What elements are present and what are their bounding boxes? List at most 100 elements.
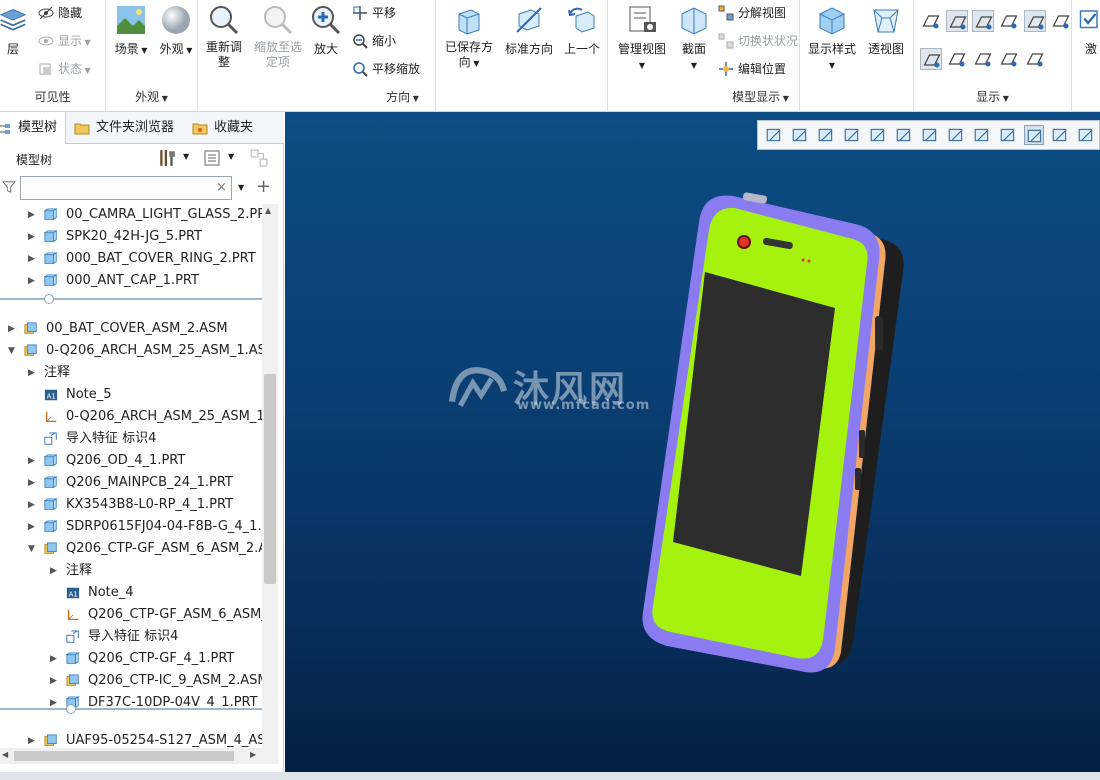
appearance-button[interactable]: 外观 ▼ (156, 4, 196, 57)
zoom-in-button[interactable]: 放大 (308, 4, 344, 57)
pan-zoom-button[interactable]: 平移缩放 (352, 58, 420, 80)
tree-horizontal-scrollbar[interactable]: ◀ ▶ (0, 748, 262, 764)
zoom-out-icon (353, 34, 368, 49)
refit-button[interactable]: 重新调整 (202, 4, 246, 70)
axis-tag-icon[interactable] (946, 48, 968, 70)
point-display-icon[interactable] (972, 10, 994, 32)
spin-center-icon[interactable] (1024, 48, 1046, 70)
tree-vertical-scrollbar[interactable]: ▲ (262, 204, 278, 764)
notetag-icon: A1 (66, 587, 80, 599)
settings-tools-icon[interactable] (158, 149, 176, 167)
hide-button[interactable]: 隐藏 (38, 2, 82, 24)
tree-search-input[interactable] (20, 176, 232, 200)
group-display-style: 显示样式 ▼ 透视图 (800, 0, 914, 111)
annotation-display-icon[interactable] (1024, 10, 1046, 32)
tree-filter-bar: × ▼ + (0, 174, 284, 202)
h-scroll-thumb[interactable] (14, 751, 234, 761)
perspective-icon (873, 9, 899, 33)
layer-button[interactable]: 层 (0, 4, 28, 57)
search-dropdown-arrow[interactable]: ▼ (238, 183, 244, 192)
expand-arrow-icon[interactable]: ▶ (28, 270, 38, 292)
collapse-arrow-icon[interactable]: ▼ (28, 538, 38, 560)
saved-orientation-button[interactable]: 已保存方向 ▼ (440, 4, 498, 71)
graphics-viewport[interactable]: 沐风网 www.mfcad.com (285, 112, 1100, 780)
exploded-view-button[interactable]: 分解视图 (718, 2, 786, 24)
tree-row-label: Q206_CTP-GF_ASM_6_ASM_ (88, 607, 262, 622)
splitter-handle[interactable] (44, 294, 54, 304)
model-tree: ▶ 00_CAMRA_LIGHT_GLASS_2.PRT ▶ SPK20_42H-JG… (0, 204, 262, 764)
show-dropdown-arrow[interactable]: ▼ (228, 152, 234, 161)
tree-row-label: SDRP0615FJ04-04-F8B-G_4_1.PI (66, 519, 262, 534)
scroll-thumb[interactable] (264, 374, 276, 584)
tab-favorites[interactable]: 收藏夹 (188, 112, 284, 144)
expand-arrow-icon[interactable]: ▶ (8, 318, 18, 340)
expand-arrow-icon[interactable]: ▶ (28, 516, 38, 538)
tree-splitter[interactable] (0, 708, 262, 710)
edit-position-button[interactable]: 编辑位置 (718, 58, 786, 80)
previous-orientation-button[interactable]: 上一个 (560, 4, 604, 57)
axis-display-icon[interactable] (946, 10, 968, 32)
plane-tag-icon[interactable] (920, 48, 942, 70)
scroll-right-arrow[interactable]: ▶ (250, 750, 256, 759)
pan-button[interactable]: 平移 (352, 2, 396, 24)
settings-dropdown-arrow[interactable]: ▼ (183, 152, 189, 161)
tree-splitter[interactable] (0, 298, 262, 300)
scroll-left-arrow[interactable]: ◀ (2, 750, 8, 759)
layer-label: 层 (6, 42, 19, 56)
expand-arrow-icon[interactable]: ▶ (50, 692, 60, 714)
phone-sensor-1 (801, 258, 805, 262)
tree-row-label: 导入特征 标识4 (66, 431, 157, 446)
status-button[interactable]: 状态 ▼ (38, 58, 91, 80)
scene-button[interactable]: 场景 ▼ (110, 4, 152, 57)
section-icon (681, 7, 707, 35)
clear-search-icon[interactable]: × (216, 180, 227, 195)
prt-icon (66, 652, 80, 665)
tree-row-label: Q206_MAINPCB_24_1.PRT (66, 475, 233, 490)
csys-icon (45, 411, 57, 423)
expand-arrow-icon[interactable]: ▶ (50, 670, 60, 692)
asm-icon (24, 322, 37, 334)
activate-button[interactable]: 激 (1076, 4, 1100, 57)
section-button[interactable]: 截面 ▼ (674, 4, 714, 71)
zoom-out-button[interactable]: 缩小 (352, 30, 396, 52)
pan-icon (353, 6, 367, 20)
filter-icon[interactable] (2, 180, 16, 194)
phone-sensor-2 (807, 259, 811, 263)
expand-arrow-icon[interactable]: ▶ (28, 362, 38, 384)
group-visibility: 层 隐藏 显示 ▼ 状态 ▼ 可见性 (0, 0, 106, 111)
expand-arrow-icon[interactable]: ▶ (28, 472, 38, 494)
point-tag-icon[interactable] (972, 48, 994, 70)
eye-hide-icon (38, 6, 54, 20)
tab-folder-browser[interactable]: 文件夹浏览器 (70, 112, 182, 144)
dimension-display-icon[interactable] (1050, 10, 1072, 32)
tree-row-label: 0-Q206_ARCH_ASM_25_ASM_1 (66, 409, 262, 424)
display-style-button[interactable]: 显示样式 ▼ (804, 4, 860, 71)
tree-icon (0, 124, 10, 134)
expand-arrow-icon[interactable]: ▶ (28, 204, 38, 226)
expand-arrow-icon[interactable]: ▶ (28, 248, 38, 270)
tab-model-tree[interactable]: 模型树 (0, 112, 66, 144)
plane-display-icon[interactable] (920, 10, 942, 32)
zoom-selected-button[interactable]: 缩放至选定项 (250, 4, 306, 70)
tree-row-label: 000_ANT_CAP_1.PRT (66, 273, 199, 288)
model-tree-panel: 模型树 文件夹浏览器 收藏夹 模型树 ▼ ▼ × ▼ + ▶ 00_CAMRA_L… (0, 112, 284, 780)
csys-display-icon[interactable] (998, 10, 1020, 32)
standard-orientation-button[interactable]: 标准方向 (502, 4, 556, 57)
expand-arrow-icon[interactable]: ▶ (28, 450, 38, 472)
splitter-handle[interactable] (66, 704, 76, 714)
csys-tag-icon[interactable] (998, 48, 1020, 70)
perspective-button[interactable]: 透视图 (862, 4, 910, 57)
expand-arrow-icon[interactable]: ▶ (28, 494, 38, 516)
add-filter-icon[interactable]: + (256, 176, 271, 197)
display-style-label: 显示样式 (807, 42, 856, 56)
show-button[interactable]: 显示 ▼ (38, 30, 91, 52)
scroll-up-arrow[interactable]: ▲ (265, 206, 271, 215)
expand-arrow-icon[interactable]: ▶ (28, 226, 38, 248)
show-list-icon[interactable] (204, 150, 220, 166)
manage-views-button[interactable]: 管理视图 ▼ (612, 4, 672, 71)
collapse-arrow-icon[interactable]: ▼ (8, 340, 18, 362)
toggle-status-button[interactable]: 切换状状况 (718, 30, 798, 52)
expand-arrow-icon[interactable]: ▶ (50, 560, 60, 582)
status-icon (39, 63, 51, 75)
expand-arrow-icon[interactable]: ▶ (50, 648, 60, 670)
